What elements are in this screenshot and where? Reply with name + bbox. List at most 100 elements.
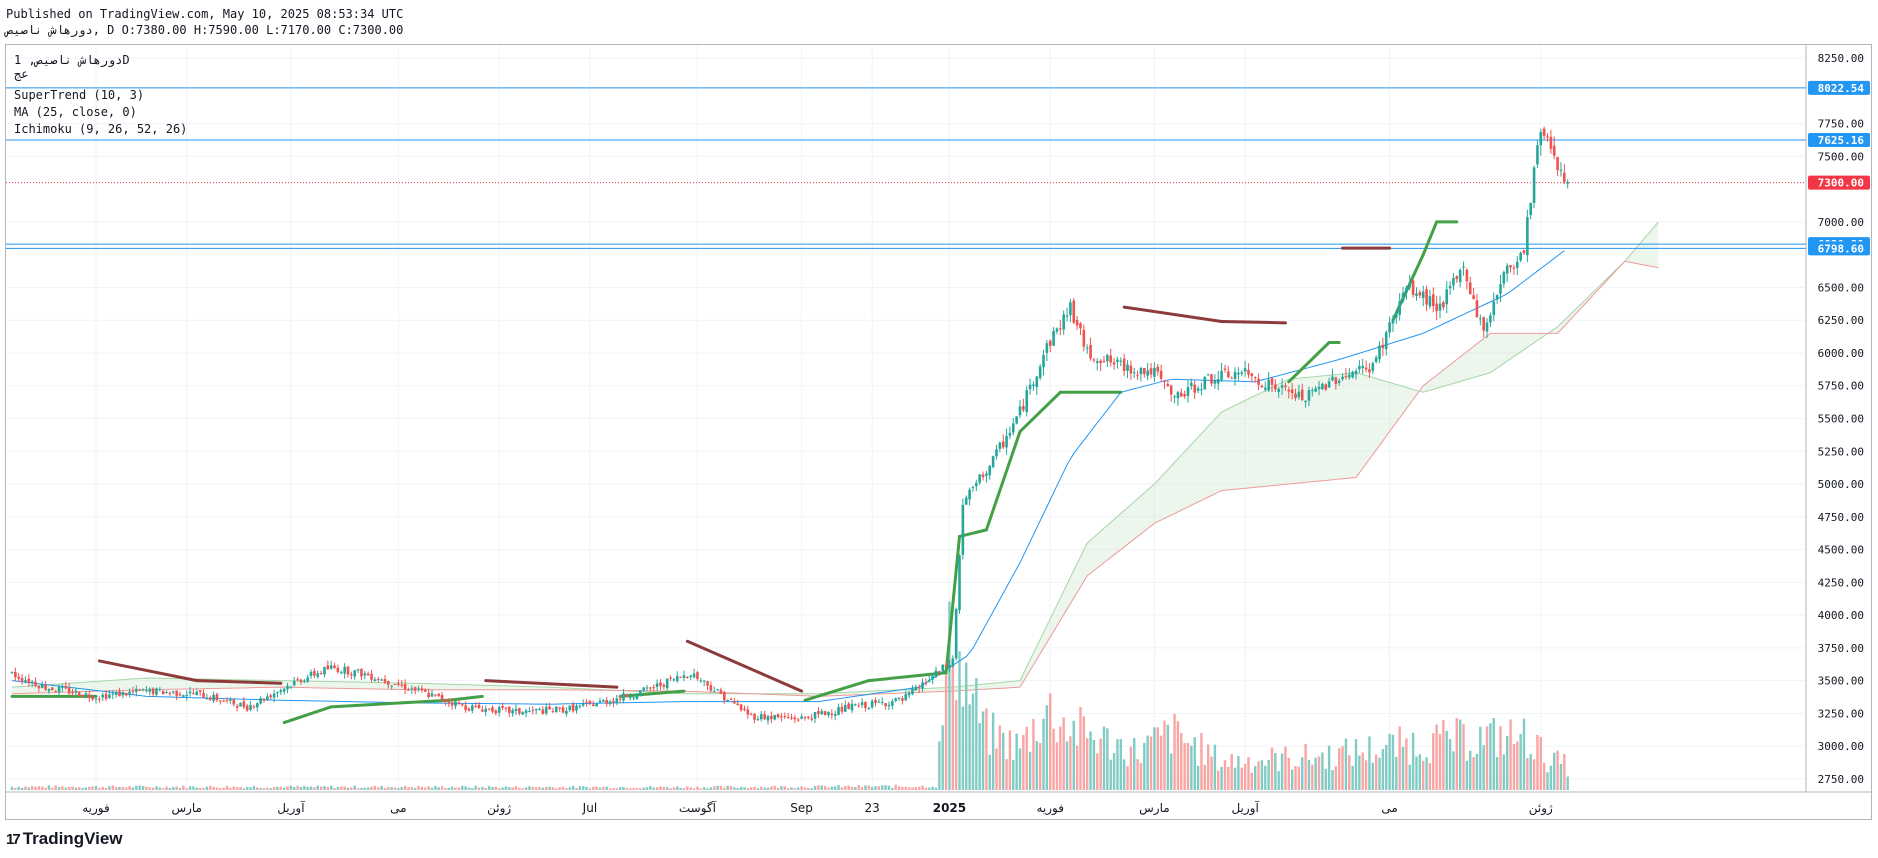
candle-body-343 — [1163, 381, 1166, 383]
candle-body-374 — [1267, 379, 1270, 391]
candle-body-373 — [1263, 387, 1267, 390]
legend-supertrend[interactable]: SuperTrend (10, 3) — [14, 88, 144, 102]
volume-bar-169 — [578, 786, 582, 790]
volume-bar-348 — [1180, 733, 1183, 790]
candle-body-74 — [259, 698, 262, 704]
volume-bar-431 — [1458, 719, 1462, 790]
candle-body-77 — [269, 695, 273, 698]
candle-body-438 — [1482, 317, 1485, 331]
volume-bar-413 — [1398, 726, 1401, 790]
candle-body-45 — [161, 690, 165, 695]
candle-body-56 — [198, 690, 202, 692]
volume-bar-462 — [1563, 754, 1566, 790]
candle-body-344 — [1166, 383, 1170, 387]
candle-body-52 — [185, 694, 189, 697]
volume-bar-362 — [1227, 766, 1230, 790]
candle-body-184 — [628, 697, 632, 699]
volume-bar-320 — [1086, 738, 1089, 790]
volume-bar-203 — [692, 788, 696, 790]
candle-body-237 — [807, 716, 810, 718]
volume-bar-457 — [1546, 772, 1549, 790]
candle-body-73 — [255, 703, 259, 708]
candle-body-66 — [232, 699, 236, 705]
candle-body-317 — [1075, 319, 1079, 326]
volume-bar-382 — [1294, 765, 1297, 790]
candle-body-224 — [763, 714, 766, 720]
volume-bar-385 — [1304, 743, 1307, 790]
volume-bar-193 — [659, 786, 662, 790]
volume-bar-121 — [417, 786, 420, 790]
candle-body-414 — [1401, 292, 1405, 302]
candle-body-50 — [178, 694, 182, 696]
volume-bar-78 — [272, 787, 276, 790]
candle-body-444 — [1502, 272, 1506, 284]
candle-body-446 — [1509, 265, 1512, 268]
candle-body-163 — [558, 707, 561, 709]
candle-body-140 — [481, 709, 484, 712]
tradingview-logo[interactable]: 17 TradingView — [6, 828, 123, 850]
candle-body-443 — [1499, 284, 1502, 294]
volume-bar-162 — [555, 788, 558, 790]
volume-bar-289 — [981, 711, 985, 790]
candle-body-386 — [1307, 390, 1311, 401]
volume-bar-373 — [1264, 765, 1267, 790]
candle-body-111 — [383, 679, 387, 683]
y-tick-label-3: 7000.00 — [1818, 216, 1864, 229]
candle-body-110 — [380, 679, 383, 681]
volume-bar-300 — [1018, 748, 1022, 790]
candle-body-191 — [652, 687, 656, 689]
candle-body-323 — [1095, 361, 1099, 363]
candle-body-9 — [40, 684, 44, 688]
volume-bar-263 — [894, 784, 897, 790]
candle-body-157 — [538, 708, 541, 710]
candle-body-411 — [1391, 318, 1395, 324]
candle-body-42 — [151, 688, 155, 695]
volume-bar-58 — [205, 786, 209, 790]
volume-bar-386 — [1307, 759, 1311, 790]
candle-body-427 — [1445, 289, 1449, 305]
candle-body-5 — [27, 678, 31, 683]
candle-body-345 — [1169, 385, 1173, 395]
volume-bar-106 — [366, 787, 370, 790]
volume-bar-305 — [1035, 741, 1038, 790]
volume-bar-112 — [387, 786, 390, 790]
candle-body-390 — [1321, 383, 1324, 389]
price-chart[interactable]: 8250.00 7750.00 7500.00 7000.00 6500.00 6250.… — [0, 0, 1878, 858]
candle-body-208 — [709, 685, 713, 691]
candle-body-232 — [790, 717, 793, 719]
volume-bar-98 — [340, 786, 343, 790]
volume-bar-16 — [64, 787, 67, 790]
volume-bar-459 — [1553, 752, 1556, 790]
candle-body-270 — [917, 686, 921, 688]
tradingview-logo-icon: 17 — [6, 830, 21, 848]
candle-body-311 — [1055, 328, 1059, 332]
volume-bar-53 — [188, 786, 192, 790]
candle-body-160 — [548, 706, 551, 710]
candle-body-187 — [639, 690, 642, 697]
candle-body-381 — [1290, 389, 1294, 394]
candle-body-60 — [212, 694, 215, 701]
legend-ichimoku[interactable]: Ichimoku (9, 26, 52, 26) — [14, 122, 187, 136]
candle-body-377 — [1277, 388, 1281, 392]
volume-bar-68 — [239, 786, 242, 790]
x-tick-label-1: مارس — [171, 801, 202, 816]
volume-bar-336 — [1139, 763, 1143, 790]
candle-body-15 — [61, 686, 64, 688]
volume-bar-399 — [1351, 765, 1354, 790]
volume-bar-81 — [282, 787, 286, 790]
candle-body-248 — [843, 704, 847, 712]
volume-bar-180 — [615, 788, 618, 790]
candle-body-166 — [568, 705, 572, 710]
x-tick-label-3: می — [390, 801, 406, 815]
volume-bar-172 — [588, 788, 592, 790]
candle-body-53 — [188, 691, 192, 694]
volume-bar-395 — [1338, 748, 1341, 790]
candle-body-457 — [1546, 136, 1549, 138]
candle-body-175 — [598, 700, 602, 703]
candle-body-397 — [1344, 376, 1348, 378]
volume-bar-75 — [262, 788, 266, 790]
volume-bar-179 — [612, 788, 615, 790]
volume-bar-260 — [884, 785, 887, 790]
volume-bar-285 — [968, 704, 971, 790]
legend-ma[interactable]: MA (25, close, 0) — [14, 105, 137, 119]
